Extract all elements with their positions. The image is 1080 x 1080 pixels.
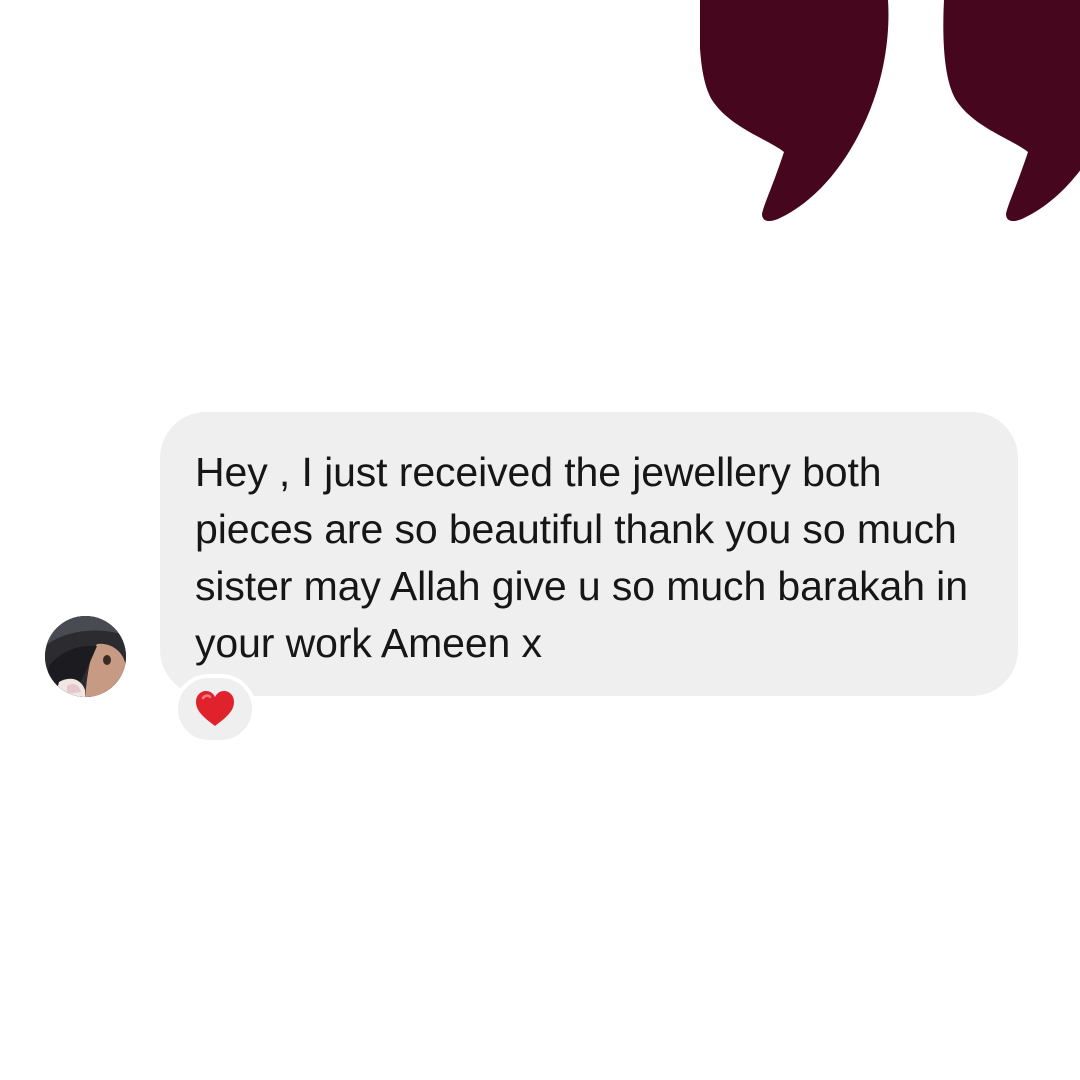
message-reaction[interactable] (174, 674, 256, 744)
message-text: Hey , I just received the jewellery both… (195, 449, 968, 666)
red-heart-icon (196, 691, 234, 726)
avatar-icon (45, 616, 126, 697)
message-bubble[interactable]: Hey , I just received the jewellery both… (160, 412, 1018, 696)
quotation-mark-icon (700, 0, 1080, 225)
sender-avatar[interactable] (45, 616, 126, 697)
testimonial-canvas: Hey , I just received the jewellery both… (0, 0, 1080, 1080)
